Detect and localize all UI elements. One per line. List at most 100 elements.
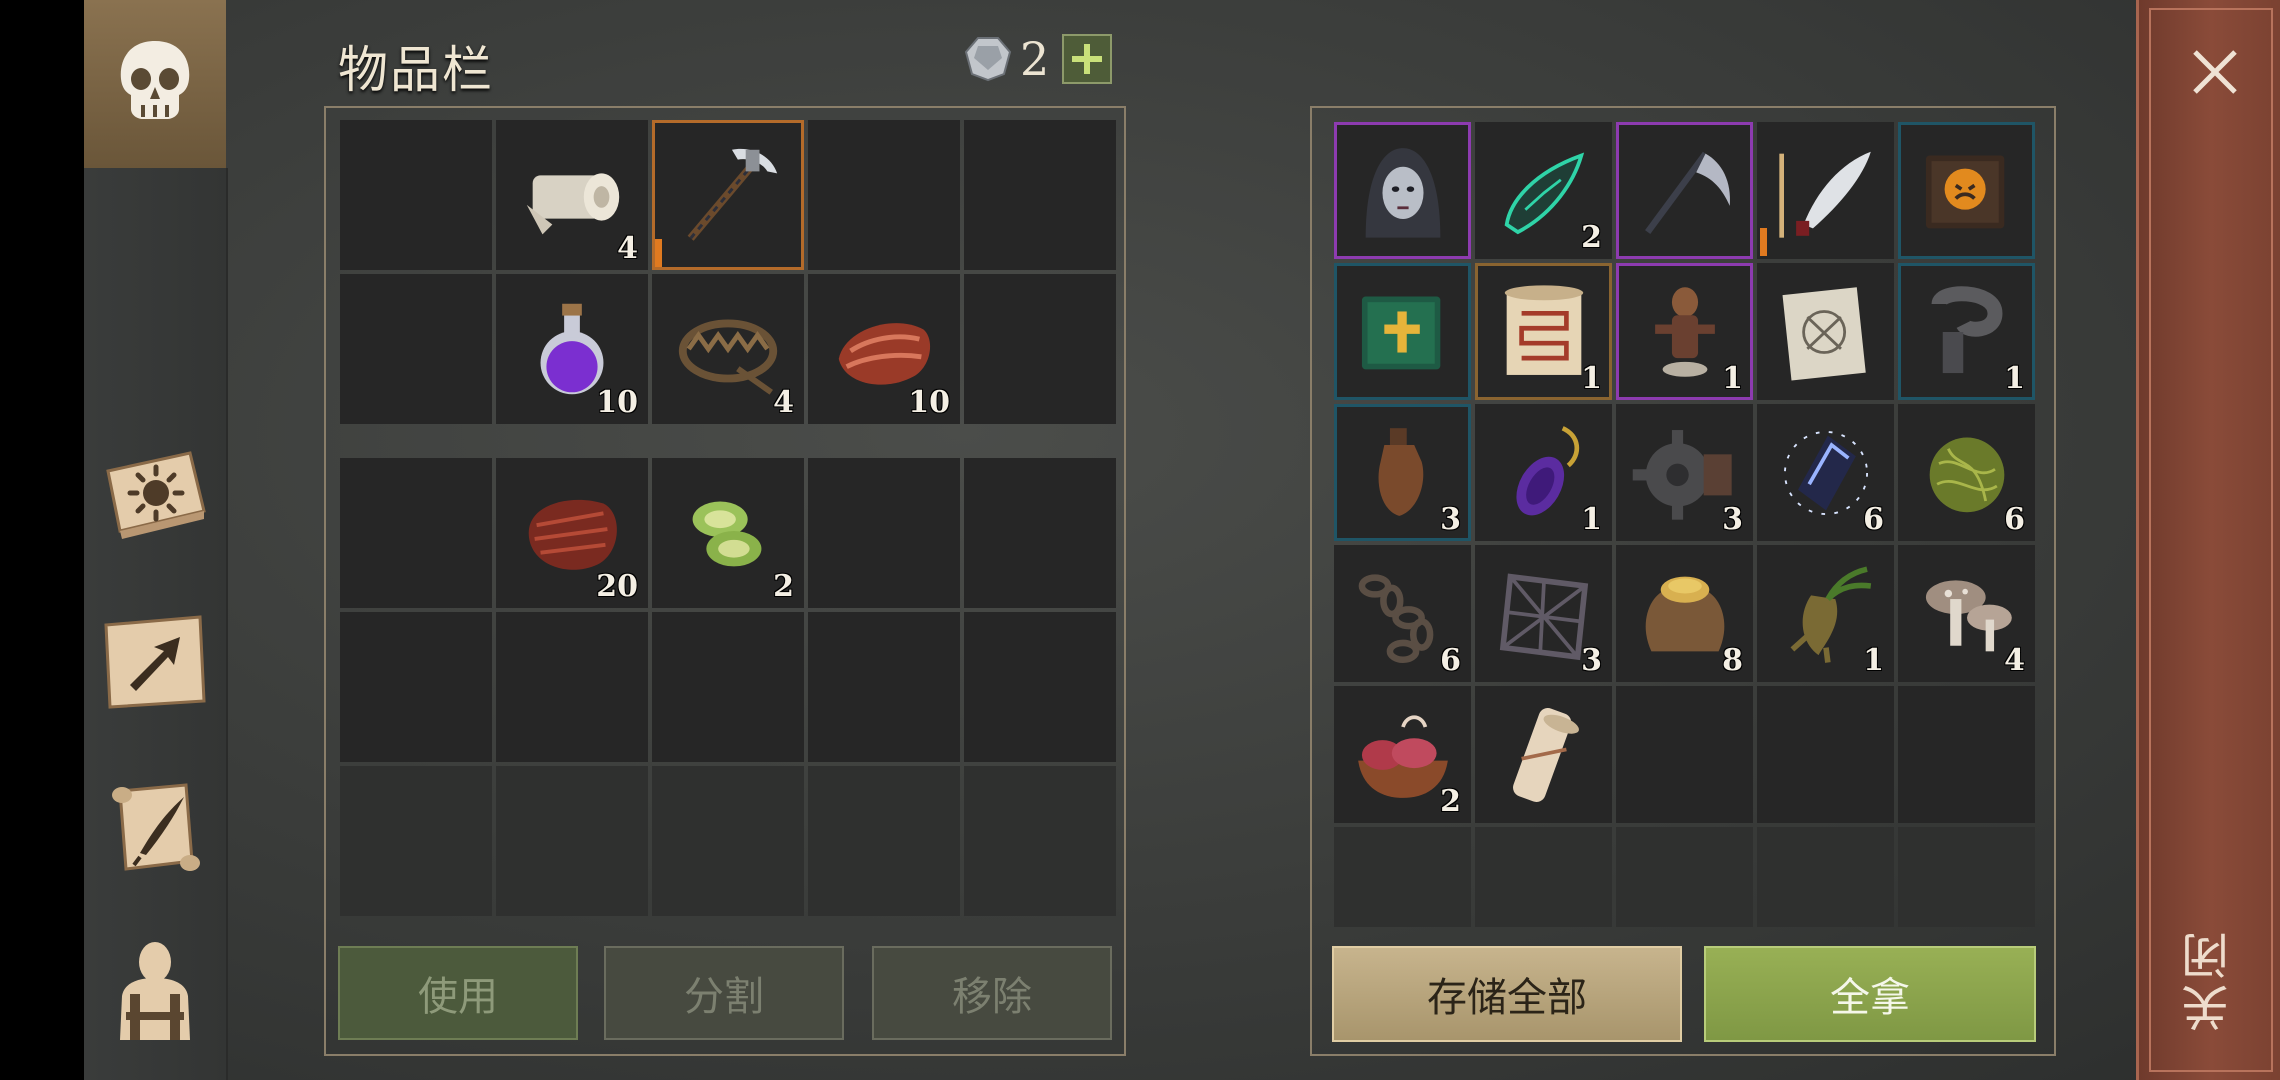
backpack-icon[interactable]	[98, 930, 212, 1044]
item-slot[interactable]: 2	[652, 458, 804, 608]
empty-slot[interactable]	[964, 274, 1116, 424]
item-count: 20	[596, 569, 638, 604]
empty-slot[interactable]	[340, 612, 492, 762]
gem-currency-icon	[964, 34, 1012, 82]
add-gems-button[interactable]	[1062, 34, 1112, 84]
remove-button[interactable]: 移除	[872, 946, 1112, 1040]
nav-active-tab[interactable]	[84, 0, 226, 168]
item-count: 6	[1440, 643, 1461, 678]
item-slot[interactable]: 1	[1898, 263, 2035, 400]
item-slot[interactable]: 10	[808, 274, 960, 424]
empty-slot[interactable]	[652, 766, 804, 916]
curved-blade-icon	[1770, 135, 1882, 247]
store-all-button[interactable]: 存储全部	[1332, 946, 1682, 1042]
item-count: 8	[1722, 643, 1743, 678]
item-slot[interactable]: 2	[1334, 686, 1471, 823]
close-panel[interactable]: 关闭	[2136, 0, 2280, 1080]
map-arrow-icon[interactable]	[98, 604, 212, 718]
item-slot[interactable]: 10	[496, 274, 648, 424]
item-slot[interactable]	[1757, 122, 1894, 259]
empty-slot[interactable]	[808, 612, 960, 762]
rolled-scroll-icon	[1488, 699, 1600, 811]
item-count: 6	[1863, 502, 1884, 537]
item-count: 2	[1440, 784, 1461, 819]
item-slot[interactable]: 3	[1616, 404, 1753, 541]
empty-slot[interactable]	[1757, 827, 1894, 927]
item-slot[interactable]: 1	[1616, 263, 1753, 400]
item-slot[interactable]: 6	[1334, 545, 1471, 682]
bear-trap-icon	[669, 290, 787, 408]
empty-slot[interactable]	[808, 458, 960, 608]
empty-slot[interactable]	[1334, 827, 1471, 927]
item-slot[interactable]: 4	[496, 120, 648, 270]
empty-slot[interactable]	[496, 766, 648, 916]
evil-tome-icon	[1911, 135, 2023, 247]
empty-slot[interactable]	[496, 612, 648, 762]
empty-slot[interactable]	[1616, 827, 1753, 927]
close-icon[interactable]	[2187, 44, 2243, 100]
empty-slot[interactable]	[340, 766, 492, 916]
item-slot[interactable]	[1334, 122, 1471, 259]
empty-slot[interactable]	[1898, 827, 2035, 927]
inventory-grid: 4 10 4 10	[340, 120, 1116, 424]
pickaxe-icon	[669, 136, 787, 254]
skull-icon	[98, 24, 212, 138]
close-panel-border	[2149, 8, 2273, 1072]
gem-count: 2	[1020, 32, 1050, 86]
item-slot[interactable]: 1	[1475, 263, 1612, 400]
item-count: 2	[773, 569, 794, 604]
item-slot[interactable]: 4	[652, 274, 804, 424]
empty-slot[interactable]	[808, 766, 960, 916]
empty-slot[interactable]	[964, 612, 1116, 762]
hooded-head-icon	[1347, 135, 1459, 247]
bandage-icon	[513, 136, 631, 254]
empty-slot[interactable]	[340, 274, 492, 424]
item-slot[interactable]: 3	[1475, 545, 1612, 682]
item-count: 1	[1581, 502, 1602, 537]
item-count: 3	[1440, 502, 1461, 537]
empty-slot[interactable]	[652, 612, 804, 762]
item-slot[interactable]	[1334, 263, 1471, 400]
item-count: 1	[1722, 361, 1743, 396]
empty-slot[interactable]	[808, 120, 960, 270]
item-slot[interactable]: 6	[1757, 404, 1894, 541]
empty-slot[interactable]	[340, 458, 492, 608]
side-nav	[84, 0, 228, 1080]
scroll-quill-icon[interactable]	[98, 770, 212, 884]
item-slot[interactable]	[1898, 122, 2035, 259]
empty-slot[interactable]	[1898, 686, 2035, 823]
empty-slot[interactable]	[1475, 827, 1612, 927]
use-button[interactable]: 使用	[338, 946, 578, 1040]
durability-bar	[655, 239, 662, 267]
empty-slot[interactable]	[964, 458, 1116, 608]
empty-slot[interactable]	[964, 120, 1116, 270]
item-count: 1	[1581, 361, 1602, 396]
item-count: 3	[1581, 643, 1602, 678]
take-all-button[interactable]: 全拿	[1704, 946, 2036, 1042]
empty-slot[interactable]	[340, 120, 492, 270]
blueprint-paper-icon	[1770, 276, 1882, 388]
green-holy-book-icon	[1347, 276, 1459, 388]
item-slot[interactable]: 6	[1898, 404, 2035, 541]
split-button[interactable]: 分割	[604, 946, 844, 1040]
item-slot[interactable]: 3	[1334, 404, 1471, 541]
empty-slot[interactable]	[1616, 686, 1753, 823]
item-slot[interactable]	[1616, 122, 1753, 259]
item-slot[interactable]	[1757, 263, 1894, 400]
empty-slot[interactable]	[1757, 686, 1894, 823]
plus-icon	[1072, 44, 1102, 74]
item-slot[interactable]: 20	[496, 458, 648, 608]
item-slot[interactable]: 4	[1898, 545, 2035, 682]
item-slot[interactable]: 2	[1475, 122, 1612, 259]
item-slot[interactable]: 8	[1616, 545, 1753, 682]
item-slot[interactable]: 1	[1757, 545, 1894, 682]
item-count: 4	[2004, 643, 2025, 678]
item-count: 4	[617, 231, 638, 266]
sun-book-icon[interactable]	[98, 434, 212, 548]
page-title: 物品栏	[338, 41, 494, 99]
item-slot[interactable]: 1	[1475, 404, 1612, 541]
item-slot[interactable]	[1475, 686, 1612, 823]
empty-slot[interactable]	[964, 766, 1116, 916]
quickbar-grid: 20 2	[340, 458, 1116, 916]
item-slot[interactable]	[652, 120, 804, 270]
